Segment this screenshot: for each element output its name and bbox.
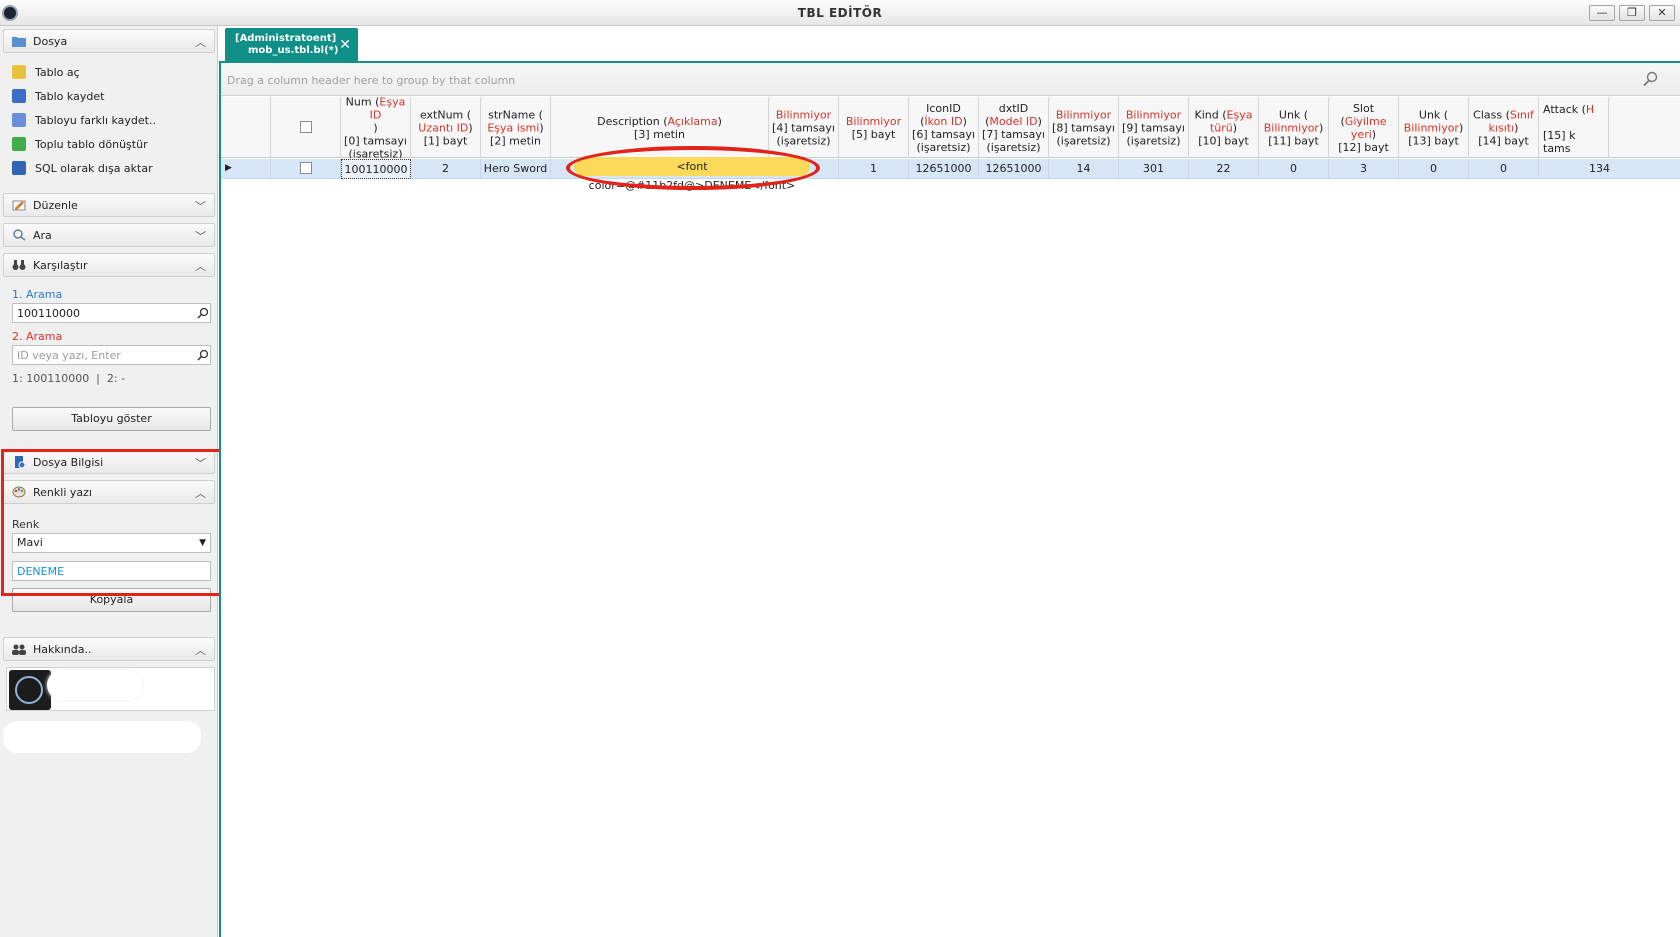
header-kind[interactable]: Kind (Eşya türü) [10] bayt bbox=[1189, 97, 1259, 158]
cell-kind[interactable]: 22 bbox=[1189, 159, 1259, 179]
redacted-area bbox=[3, 721, 201, 753]
close-tab-icon[interactable]: ✕ bbox=[339, 37, 351, 53]
data-grid: Drag a column header here to group by th… bbox=[219, 61, 1680, 937]
cell-col5[interactable]: 1 bbox=[839, 159, 909, 179]
cell-dxtid[interactable]: 12651000 bbox=[979, 159, 1049, 179]
row-indicator-header bbox=[221, 97, 271, 158]
cell-col9[interactable]: 301 bbox=[1119, 159, 1189, 179]
menu-label: SQL olarak dışa aktar bbox=[35, 162, 153, 175]
menu-tablo-ac[interactable]: Tablo aç bbox=[10, 62, 210, 82]
menu-label: Tabloyu farklı kaydet.. bbox=[35, 114, 156, 127]
header-attack[interactable]: Attack (H [15] k tams bbox=[1539, 97, 1609, 158]
about-box bbox=[6, 667, 215, 711]
chevron-up-icon: ︿ bbox=[195, 36, 206, 49]
row-indicator-icon: ▶ bbox=[221, 159, 271, 179]
header-col9[interactable]: Bilinmiyor [9] tamsayı (işaretsiz) bbox=[1119, 97, 1189, 158]
edit-icon bbox=[12, 200, 26, 211]
search-icon[interactable] bbox=[197, 349, 209, 361]
group-panel[interactable]: Drag a column header here to group by th… bbox=[221, 63, 1680, 96]
redacted-area bbox=[47, 670, 142, 700]
chevron-down-icon: ﹀ bbox=[195, 230, 206, 243]
cell-extnum[interactable]: 2 bbox=[411, 159, 481, 179]
cell-col8[interactable]: 14 bbox=[1049, 159, 1119, 179]
convert-icon bbox=[12, 137, 26, 151]
header-iconid[interactable]: IconID (İkon ID) [6] tamsayı (işaretsiz) bbox=[909, 97, 979, 158]
folder-open-icon bbox=[12, 65, 26, 79]
tab-line2: mob_us.tbl.bl(*) bbox=[248, 45, 339, 56]
cell-num[interactable]: 100110000 bbox=[341, 159, 411, 179]
header-col8[interactable]: Bilinmiyor [8] tamsayı (işaretsiz) bbox=[1049, 97, 1119, 158]
chevron-up-icon: ︿ bbox=[195, 644, 206, 657]
cell-unk13[interactable]: 0 bbox=[1399, 159, 1469, 179]
window-title: TBL EDİTÖR bbox=[797, 6, 883, 20]
header-unk13[interactable]: Unk (Bilinmiyor) [13] bayt bbox=[1399, 97, 1469, 158]
menu-label: Tablo kaydet bbox=[35, 90, 105, 103]
panel-duzenle-title: Düzenle bbox=[33, 199, 78, 212]
search-icon[interactable] bbox=[1642, 71, 1658, 87]
panel-duzenle-header[interactable]: Düzenle ﹀ bbox=[3, 193, 215, 217]
row-select-cell bbox=[271, 159, 341, 179]
header-class[interactable]: Class (Sınıf kısıtı) [14] bayt bbox=[1469, 97, 1539, 158]
tab-line1: [Administratoent] bbox=[235, 33, 337, 44]
binoculars-icon bbox=[12, 260, 26, 270]
panel-dosya-title: Dosya bbox=[33, 35, 68, 48]
menu-sql-aktar[interactable]: SQL olarak dışa aktar bbox=[10, 158, 210, 178]
restore-button[interactable]: ❐ bbox=[1619, 5, 1645, 21]
save-as-icon bbox=[12, 113, 26, 127]
header-col5[interactable]: Bilinmiyor [5] bayt bbox=[839, 97, 909, 158]
sql-export-icon bbox=[12, 161, 26, 175]
cell-class[interactable]: 0 bbox=[1469, 159, 1539, 179]
header-dxtid[interactable]: dxtID (Model ID) [7] tamsayı (işaretsiz) bbox=[979, 97, 1049, 158]
panel-dosya-header[interactable]: Dosya ︿ bbox=[3, 29, 215, 53]
search1-input[interactable] bbox=[12, 303, 211, 323]
logo-image bbox=[9, 670, 51, 710]
chevron-up-icon: ︿ bbox=[195, 260, 206, 273]
save-icon bbox=[12, 89, 26, 103]
chevron-down-icon: ﹀ bbox=[195, 200, 206, 213]
minimize-button[interactable]: — bbox=[1589, 5, 1615, 21]
folder-icon bbox=[12, 37, 26, 47]
select-all-checkbox[interactable] bbox=[300, 121, 312, 133]
close-button[interactable]: ✕ bbox=[1649, 5, 1675, 21]
search2-input[interactable] bbox=[12, 345, 211, 365]
menu-toplu-donustur[interactable]: Toplu tablo dönüştür bbox=[10, 134, 210, 154]
menu-farkli-kaydet[interactable]: Tabloyu farklı kaydet.. bbox=[10, 110, 210, 130]
panel-hakkinda-title: Hakkında.. bbox=[33, 643, 92, 656]
title-bar: TBL EDİTÖR — ❐ ✕ bbox=[0, 0, 1680, 26]
search2-label: 2. Arama bbox=[12, 330, 63, 343]
cell-unk11[interactable]: 0 bbox=[1259, 159, 1329, 179]
panel-ara-header[interactable]: Ara ﹀ bbox=[3, 223, 215, 247]
panel-karsilastir-header[interactable]: Karşılaştır ︿ bbox=[3, 253, 215, 277]
show-table-button[interactable]: Tabloyu göster bbox=[12, 407, 211, 431]
cell-strname[interactable]: Hero Sword bbox=[481, 159, 551, 179]
search-icon[interactable] bbox=[197, 307, 209, 319]
compare-status: 1: 100110000 | 2: - bbox=[12, 372, 126, 385]
menu-label: Toplu tablo dönüştür bbox=[35, 138, 148, 151]
panel-hakkinda-header[interactable]: Hakkında.. ︿ bbox=[3, 637, 215, 661]
row-checkbox[interactable] bbox=[300, 162, 312, 174]
header-slot[interactable]: Slot (Giyilme yeri) [12] bayt bbox=[1329, 97, 1399, 158]
search-icon bbox=[13, 229, 26, 241]
panel-ara-title: Ara bbox=[33, 229, 52, 242]
cell-iconid[interactable]: 12651000 bbox=[909, 159, 979, 179]
search1-label: 1. Arama bbox=[12, 288, 63, 301]
grid-header-row: Num (Eşya ID) [0] tamsayı (işaretsiz) extN… bbox=[221, 97, 1680, 158]
menu-tablo-kaydet[interactable]: Tablo kaydet bbox=[10, 86, 210, 106]
header-extnum[interactable]: extNum (Uzantı ID) [1] bayt bbox=[411, 97, 481, 158]
header-strname[interactable]: strName (Eşya ismi) [2] metin bbox=[481, 97, 551, 158]
highlight-oval bbox=[566, 146, 820, 190]
highlight-box bbox=[1, 449, 222, 596]
group-hint: Drag a column header here to group by th… bbox=[227, 74, 516, 87]
select-all-header bbox=[271, 97, 341, 158]
document-tab[interactable]: [Administratoent] mob_us.tbl.bl(*) ✕ bbox=[225, 28, 358, 61]
users-icon bbox=[12, 644, 26, 655]
table-row[interactable]: ▶ 100110000 2 Hero Sword 1 1 12651000 12… bbox=[221, 159, 1680, 179]
header-col4[interactable]: Bilinmiyor [4] tamsayı (işaretsiz) bbox=[769, 97, 839, 158]
panel-karsilastir-title: Karşılaştır bbox=[33, 259, 88, 272]
header-num[interactable]: Num (Eşya ID) [0] tamsayı (işaretsiz) bbox=[341, 97, 411, 158]
menu-label: Tablo aç bbox=[35, 66, 80, 79]
cell-slot[interactable]: 3 bbox=[1329, 159, 1399, 179]
header-unk11[interactable]: Unk (Bilinmiyor) [11] bayt bbox=[1259, 97, 1329, 158]
cell-attack[interactable]: 134 bbox=[1539, 159, 1680, 179]
